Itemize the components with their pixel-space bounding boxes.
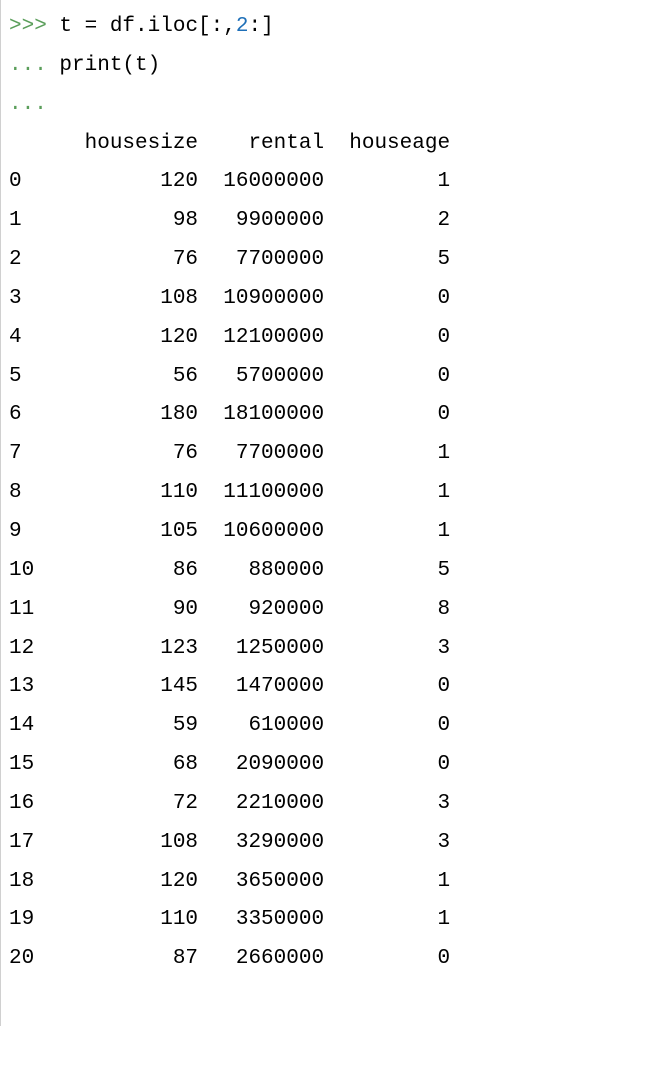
table-header: housesize rental houseage	[9, 125, 655, 164]
table-row: 8 110 11100000 1	[9, 474, 655, 513]
table-row: 20 87 2660000 0	[9, 940, 655, 979]
code-line-2: ... print(t)	[9, 47, 655, 86]
table-row: 13 145 1470000 0	[9, 668, 655, 707]
code-line-3: ...	[9, 86, 655, 125]
table-row: 15 68 2090000 0	[9, 746, 655, 785]
table-row: 12 123 1250000 3	[9, 630, 655, 669]
prompt-primary: >>>	[9, 15, 59, 38]
table-row: 19 110 3350000 1	[9, 901, 655, 940]
code-text: t = df.iloc[:,	[59, 15, 235, 38]
table-row: 2 76 7700000 5	[9, 241, 655, 280]
prompt-continuation: ...	[9, 54, 59, 77]
table-row: 17 108 3290000 3	[9, 824, 655, 863]
table-row: 0 120 16000000 1	[9, 163, 655, 202]
table-row: 11 90 920000 8	[9, 591, 655, 630]
code-text: :]	[248, 15, 273, 38]
table-row: 4 120 12100000 0	[9, 319, 655, 358]
table-row: 3 108 10900000 0	[9, 280, 655, 319]
table-row: 18 120 3650000 1	[9, 863, 655, 902]
table-row: 6 180 18100000 0	[9, 396, 655, 435]
code-text: print(t)	[59, 54, 160, 77]
code-line-1: >>> t = df.iloc[:,2:]	[9, 8, 655, 47]
table-row: 10 86 880000 5	[9, 552, 655, 591]
table-row: 14 59 610000 0	[9, 707, 655, 746]
table-row: 16 72 2210000 3	[9, 785, 655, 824]
table-row: 7 76 7700000 1	[9, 435, 655, 474]
table-row: 9 105 10600000 1	[9, 513, 655, 552]
table-row: 5 56 5700000 0	[9, 358, 655, 397]
table-row: 1 98 9900000 2	[9, 202, 655, 241]
prompt-continuation: ...	[9, 93, 59, 116]
code-number: 2	[236, 15, 249, 38]
